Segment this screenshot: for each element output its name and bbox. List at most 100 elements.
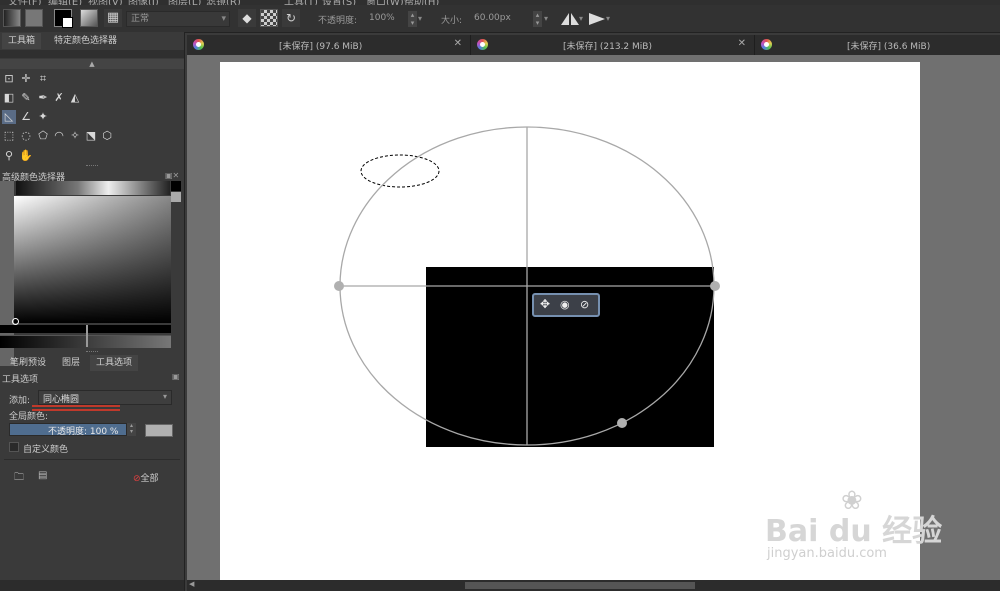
smart-patch-icon[interactable]: ✗	[52, 91, 66, 105]
assistant-tool-icon[interactable]: ◺	[2, 110, 16, 124]
divider	[4, 459, 180, 460]
float-icon[interactable]: ▣	[172, 372, 180, 381]
zoom-tool-icon[interactable]: ⚲	[2, 149, 16, 163]
ellipse-select-icon[interactable]: ◌	[19, 129, 33, 143]
delete-all-button[interactable]: ⊘全部	[133, 471, 159, 484]
size-label: 大小:	[441, 16, 463, 26]
opacity-value: 100%	[369, 13, 395, 23]
delete-icon: ⊘	[133, 474, 141, 484]
color-sampler-icon[interactable]: ✒	[36, 91, 50, 105]
value-strip[interactable]	[16, 181, 170, 195]
size-input[interactable]: 60.00px	[470, 11, 532, 27]
tab-specific-color-selector[interactable]: 特定颜色选择器	[48, 33, 123, 49]
krita-doc-icon	[193, 39, 204, 50]
krita-doc-icon	[477, 39, 488, 50]
color-picker-icon[interactable]: ✎	[19, 91, 33, 105]
opacity-slider[interactable]: 不透明度: 100 %	[9, 423, 127, 437]
scrollbar-thumb[interactable]	[465, 582, 695, 589]
magic-wand-icon[interactable]: ✧	[68, 129, 82, 143]
measure-tool-icon[interactable]: ∠	[19, 110, 33, 124]
add-label: 添加:	[9, 396, 31, 406]
chevron-down-icon[interactable]: ▾	[606, 14, 610, 23]
canvas-paper[interactable]: ✥ ◉ ⊘ ❀ Bai du 经验 jingyan.baidu.com	[220, 62, 942, 580]
mirror-vertical-icon[interactable]	[588, 12, 606, 26]
left-dock-panel: 工具箱 特定颜色选择器 ▲ ⊡ ✛ ⌗ ◧ ✎ ✒ ✗ ◭ ◺ ∠ ✦ ⬚ ◌ …	[0, 32, 185, 591]
chevron-down-icon[interactable]: ▾	[418, 14, 422, 23]
pattern-preset-button[interactable]	[25, 9, 43, 27]
assistant-type-select[interactable]: 同心椭圆 ▾	[38, 390, 172, 405]
close-icon[interactable]: ✕	[738, 38, 746, 49]
float-close-icon[interactable]: ▣✕	[165, 171, 179, 180]
delete-all-label: 全部	[140, 474, 159, 484]
alpha-icon[interactable]	[260, 9, 278, 27]
close-icon[interactable]: ✕	[454, 38, 462, 49]
eraser-icon[interactable]: ◆	[238, 9, 256, 27]
polygon-select-icon[interactable]: ⬠	[36, 129, 50, 143]
assistant-handle-right[interactable]	[710, 281, 720, 291]
selection-ellipse[interactable]	[360, 154, 440, 188]
blend-mode-select[interactable]: 正常 ▾	[126, 11, 230, 27]
mirror-horizontal-icon[interactable]	[560, 12, 580, 26]
horizontal-scrollbar[interactable]: ◀	[187, 580, 1000, 591]
size-spinner[interactable]: ▴ ▾	[533, 11, 542, 27]
opacity-slider-spinner[interactable]: ▴ ▾	[127, 423, 136, 436]
gradient-preset-button[interactable]	[3, 9, 21, 27]
scroll-up-button[interactable]: ▲	[0, 59, 184, 69]
crop-tool-icon[interactable]: ⌗	[36, 72, 50, 86]
doc-tab-1[interactable]: [未保存] (97.6 MiB) ✕	[187, 35, 471, 55]
panel-grip[interactable]	[86, 165, 98, 168]
gradient-tool-icon[interactable]: ◧	[2, 91, 16, 105]
bezier-select-icon[interactable]: ⬡	[100, 129, 114, 143]
global-color-swatch[interactable]	[145, 424, 173, 437]
delete-icon[interactable]: ⊘	[580, 298, 589, 311]
scroll-left-icon[interactable]: ◀	[189, 580, 194, 588]
reference-tool-icon[interactable]: ✦	[36, 110, 50, 124]
blend-mode-value: 正常	[131, 14, 150, 24]
panel-grip[interactable]	[86, 351, 98, 354]
doc-tab-2[interactable]: [未保存] (213.2 MiB) ✕	[471, 35, 755, 55]
bg-color-swatch[interactable]	[171, 192, 181, 202]
annotation-underline	[32, 405, 120, 407]
assistant-type-value: 同心椭圆	[43, 395, 80, 405]
eye-icon[interactable]: ◉	[560, 298, 570, 311]
krita-doc-icon	[761, 39, 772, 50]
doc-tab-3[interactable]: [未保存] (36.6 MiB)	[755, 35, 1000, 55]
chevron-down-icon[interactable]: ▾	[579, 14, 583, 23]
opacity-label: 不透明度:	[318, 16, 358, 26]
baidu-watermark: ❀ Bai du 经验 jingyan.baidu.com	[765, 486, 942, 567]
rect-select-icon[interactable]: ⬚	[2, 129, 16, 143]
move-icon[interactable]: ✥	[540, 297, 550, 311]
assistant-handle-bottom[interactable]	[617, 418, 627, 428]
doc-tab-title: [未保存] (213.2 MiB)	[563, 42, 652, 52]
load-folder-icon[interactable]: 🗀	[14, 470, 24, 487]
save-icon[interactable]: ▤	[38, 470, 47, 481]
chevron-down-icon: ▾	[162, 392, 167, 401]
left-scrollbar[interactable]	[0, 580, 184, 591]
doc-tab-title: [未保存] (36.6 MiB)	[847, 42, 931, 52]
grid-preset-icon[interactable]: ▦	[104, 9, 122, 27]
reset-icon[interactable]: ↻	[282, 9, 300, 27]
custom-color-checkbox[interactable]	[9, 442, 19, 452]
opacity-input[interactable]: 100%	[365, 11, 409, 27]
transform-tool-icon[interactable]: ⊡	[2, 72, 16, 86]
chevron-down-icon[interactable]: ▾	[544, 14, 548, 23]
pan-tool-icon[interactable]: ✋	[19, 149, 33, 163]
color-square[interactable]	[14, 196, 171, 323]
tab-toolbox[interactable]: 工具箱	[2, 33, 42, 49]
color-cursor	[12, 318, 19, 325]
freehand-select-icon[interactable]: ◠	[52, 129, 66, 143]
move-tool-icon[interactable]: ✛	[19, 72, 33, 86]
fg-color-swatch[interactable]	[171, 181, 181, 191]
assistant-handle-left[interactable]	[334, 281, 344, 291]
fill-tool-icon[interactable]: ◭	[68, 91, 82, 105]
opacity-spinner[interactable]: ▴ ▾	[408, 11, 417, 27]
tool-options-title: 工具选项	[2, 375, 39, 385]
tab-tool-options[interactable]: 工具选项	[90, 355, 139, 371]
color-marker	[86, 325, 88, 347]
fg-bg-color-icon[interactable]	[54, 9, 73, 28]
watermark-url: jingyan.baidu.com	[767, 546, 887, 561]
similar-select-icon[interactable]: ⬔	[84, 129, 98, 143]
tab-layers[interactable]: 图层	[56, 355, 86, 371]
brush-preset-icon[interactable]	[80, 9, 98, 27]
tab-brush-presets[interactable]: 笔刷预设	[4, 355, 52, 371]
